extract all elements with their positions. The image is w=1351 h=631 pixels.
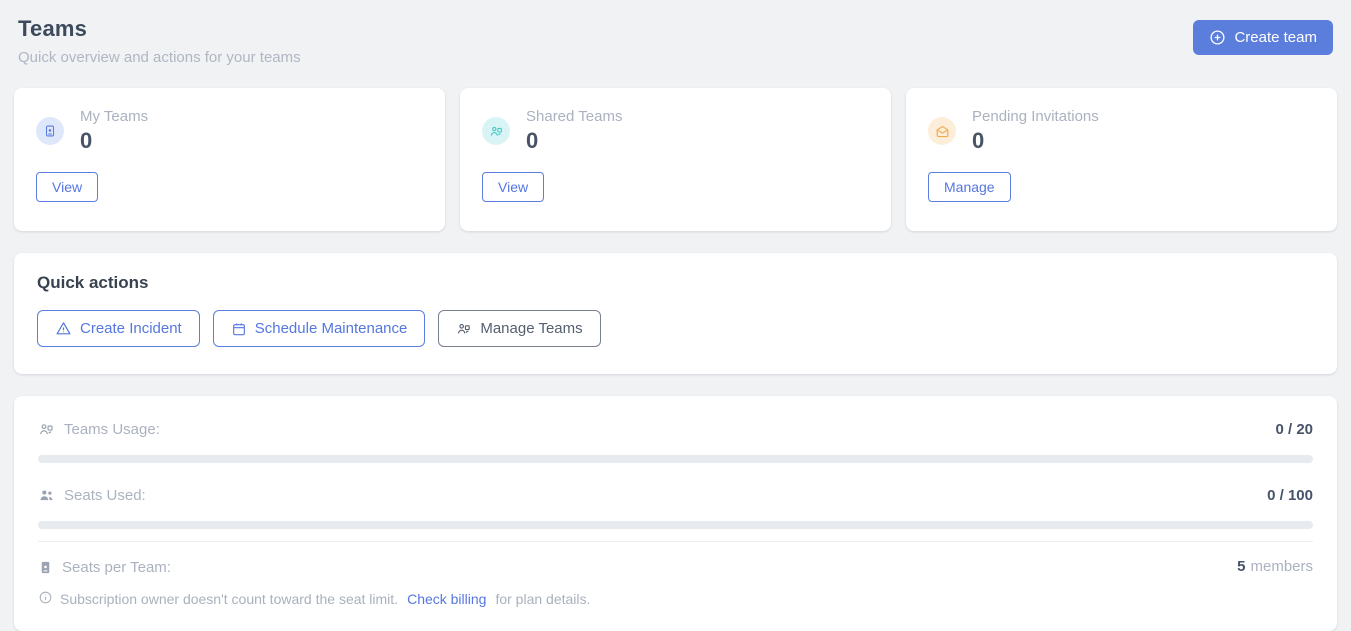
stat-value: 0 <box>80 128 148 154</box>
create-team-label: Create team <box>1234 29 1317 46</box>
seat-limit-note: Subscription owner doesn't count toward … <box>38 590 1313 608</box>
check-billing-link[interactable]: Check billing <box>407 591 486 607</box>
schedule-maintenance-button[interactable]: Schedule Maintenance <box>213 310 426 347</box>
info-circle-icon <box>38 590 53 608</box>
seats-per-team-number: 5 <box>1237 558 1245 575</box>
manage-invitations-button[interactable]: Manage <box>928 172 1011 202</box>
teams-usage-label-wrap: Teams Usage: <box>38 421 160 438</box>
stat-label: Pending Invitations <box>972 108 1099 125</box>
shared-teams-stat: Shared Teams 0 <box>526 108 622 154</box>
quick-actions-title: Quick actions <box>37 273 1314 293</box>
mail-open-icon <box>928 117 956 145</box>
teams-usage-progressbar <box>38 455 1313 463</box>
manage-teams-button[interactable]: Manage Teams <box>438 310 600 347</box>
page-title: Teams <box>18 16 301 42</box>
id-badge-icon <box>36 117 64 145</box>
stat-value: 0 <box>526 128 622 154</box>
warning-triangle-icon <box>55 320 72 337</box>
teams-page: Teams Quick overview and actions for you… <box>0 0 1351 631</box>
seats-per-team-row: Seats per Team: 5 members <box>38 548 1313 586</box>
shared-teams-card: Shared Teams 0 View <box>460 88 891 231</box>
teams-usage-value: 0 / 20 <box>1275 421 1313 438</box>
calendar-icon <box>231 321 247 337</box>
create-team-button[interactable]: Create team <box>1193 20 1333 55</box>
users-icon <box>456 321 472 337</box>
stat-label: My Teams <box>80 108 148 125</box>
seats-used-label: Seats Used: <box>64 487 146 504</box>
users-outline-icon <box>38 421 55 438</box>
seats-used-label-wrap: Seats Used: <box>38 487 146 504</box>
seats-used-progressbar <box>38 521 1313 529</box>
seat-limit-note-text: Subscription owner doesn't count toward … <box>60 591 398 607</box>
pending-invitations-stat: Pending Invitations 0 <box>972 108 1099 154</box>
seats-per-team-label-wrap: Seats per Team: <box>38 559 171 576</box>
seat-limit-note-suffix: for plan details. <box>495 591 590 607</box>
users-filled-icon <box>38 487 55 504</box>
usage-card: Teams Usage: 0 / 20 Seats Used: 0 / 100 <box>14 396 1337 631</box>
my-teams-stat: My Teams 0 <box>80 108 148 154</box>
id-badge-icon <box>38 560 53 575</box>
seats-per-team-value: 5 members <box>1237 558 1313 576</box>
create-incident-button[interactable]: Create Incident <box>37 310 200 347</box>
quick-actions-card: Quick actions Create Incident <box>14 253 1337 374</box>
page-header-text: Teams Quick overview and actions for you… <box>18 16 301 66</box>
my-teams-card: My Teams 0 View <box>14 88 445 231</box>
page-subtitle: Quick overview and actions for your team… <box>18 49 301 66</box>
quick-actions-row: Create Incident Schedule Maintenance <box>37 310 1314 347</box>
usage-divider <box>38 541 1313 542</box>
seats-used-row: Seats Used: 0 / 100 <box>38 475 1313 515</box>
view-my-teams-button[interactable]: View <box>36 172 98 202</box>
stat-label: Shared Teams <box>526 108 622 125</box>
stat-cards-row: My Teams 0 View Shared Teams <box>14 88 1337 231</box>
view-shared-teams-button[interactable]: View <box>482 172 544 202</box>
teams-usage-row: Teams Usage: 0 / 20 <box>38 409 1313 449</box>
manage-teams-label: Manage Teams <box>480 320 582 337</box>
schedule-maintenance-label: Schedule Maintenance <box>255 320 408 337</box>
stat-value: 0 <box>972 128 1099 154</box>
seats-per-team-unit: members <box>1250 558 1313 575</box>
create-incident-label: Create Incident <box>80 320 182 337</box>
teams-usage-label: Teams Usage: <box>64 421 160 438</box>
users-icon <box>482 117 510 145</box>
seats-used-value: 0 / 100 <box>1267 487 1313 504</box>
pending-invitations-card: Pending Invitations 0 Manage <box>906 88 1337 231</box>
page-header: Teams Quick overview and actions for you… <box>14 14 1337 66</box>
plus-circle-icon <box>1209 29 1226 46</box>
seats-per-team-label: Seats per Team: <box>62 559 171 576</box>
